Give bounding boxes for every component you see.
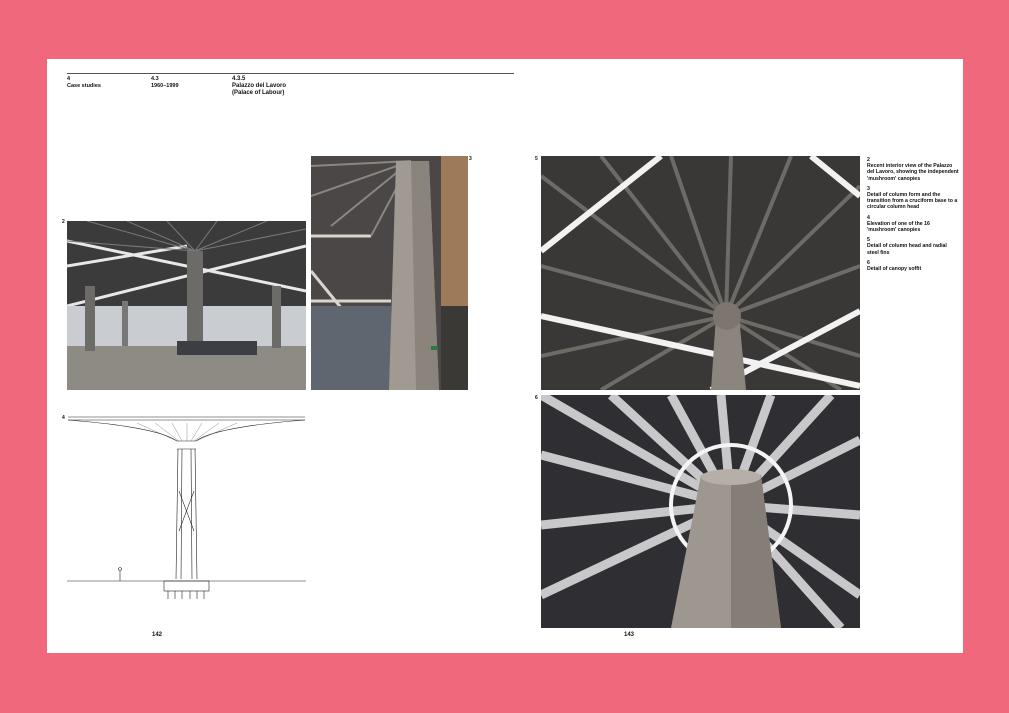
- caption-6: 6 Detail of canopy soffit: [867, 260, 959, 272]
- section-period: 1960–1999: [151, 82, 179, 89]
- figure-captions: 2 Recent interior view of the Palazzo de…: [867, 157, 959, 276]
- caption-text: Detail of column form and the transition…: [867, 192, 958, 211]
- figure-3-column-photo: [311, 156, 468, 390]
- caption-text: Recent interior view of the Palazzo del …: [867, 163, 959, 182]
- header-chapter: 4 Case studies: [67, 76, 101, 89]
- case-subtitle: (Palace of Labour): [232, 90, 285, 96]
- caption-2: 2 Recent interior view of the Palazzo de…: [867, 157, 959, 182]
- caption-text: Detail of column head and radial steel f…: [867, 243, 947, 256]
- figure-2-interior-photo: [67, 221, 306, 390]
- caption-4: 4 Elevation of one of the 16 'mushroom' …: [867, 215, 959, 234]
- page-number-left: 142: [152, 632, 163, 638]
- header-section: 4.3 1960–1999: [151, 76, 179, 89]
- figure-2-number: 2: [62, 219, 65, 225]
- figure-5-column-head-photo: [541, 156, 860, 390]
- figure-5-number: 5: [535, 156, 538, 162]
- page-number-right: 143: [624, 632, 635, 638]
- case-title: Palazzo del Lavoro: [232, 83, 287, 89]
- caption-text: Elevation of one of the 16 'mushroom' ca…: [867, 220, 930, 234]
- figure-6-number: 6: [535, 395, 538, 401]
- figure-6-soffit-photo: [541, 395, 860, 628]
- header-case: 4.3.5 Palazzo del Lavoro (Palace of Labo…: [232, 76, 286, 97]
- header-rule: [67, 73, 514, 74]
- figure-3-number: 3: [469, 156, 472, 162]
- caption-5: 5 Detail of column head and radial steel…: [867, 237, 959, 256]
- chapter-title: Case studies: [67, 82, 101, 89]
- caption-3: 3 Detail of column form and the transiti…: [867, 186, 959, 211]
- book-spread: 4 Case studies 4.3 1960–1999 4.3.5 Palaz…: [47, 59, 963, 653]
- case-number: 4.3.5: [232, 76, 246, 82]
- caption-text: Detail of canopy soffit: [867, 266, 922, 273]
- figure-4-number: 4: [62, 415, 65, 421]
- figure-4-elevation-drawing: [67, 411, 306, 606]
